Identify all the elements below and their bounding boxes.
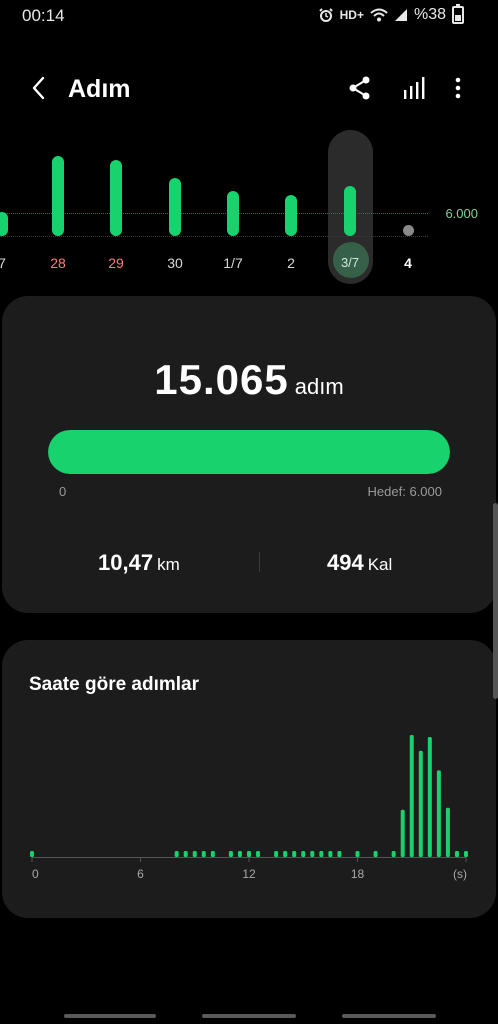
- distance-unit: km: [157, 555, 180, 574]
- daily-steps-chart[interactable]: 6.000 7 28 29 30 1/7 2 3/7 4: [0, 128, 498, 288]
- battery-percent: %38: [413, 6, 446, 23]
- day-bar[interactable]: [110, 159, 122, 236]
- day-label[interactable]: 2: [271, 255, 311, 271]
- day-bar[interactable]: [169, 178, 181, 236]
- hour-bar: [373, 851, 378, 857]
- x-tick-label: (s): [453, 867, 467, 881]
- x-tick-label: 18: [351, 867, 365, 881]
- hour-bar: [436, 770, 441, 857]
- hour-bar: [237, 851, 242, 857]
- day-bar[interactable]: [0, 211, 8, 236]
- nav-segment-left[interactable]: [64, 1014, 156, 1018]
- calories-stat: 494 Kal: [327, 550, 392, 576]
- hour-bar: [454, 851, 459, 857]
- hour-bar: [400, 809, 405, 857]
- hour-bar: [301, 851, 306, 857]
- hour-bar: [355, 851, 360, 857]
- steps-value: 15.065: [154, 356, 289, 403]
- steps-unit: adım: [294, 374, 344, 399]
- calories-unit: Kal: [367, 555, 393, 574]
- day-label[interactable]: 29: [96, 255, 136, 271]
- hour-bar: [283, 851, 288, 857]
- hour-bar: [247, 851, 251, 857]
- steps-total: 15.065 adım: [2, 356, 496, 404]
- day-bar[interactable]: [52, 156, 64, 236]
- x-tick-label: 0: [32, 867, 39, 881]
- hour-bar: [228, 851, 233, 857]
- hour-bar: [445, 807, 450, 857]
- summary-card: 15.065 adım 0 Hedef: 6.000 10,47 km 494 Kal: [2, 296, 496, 613]
- goal-line: [0, 213, 428, 214]
- hour-bar: [418, 750, 423, 857]
- day-label[interactable]: 3/7: [330, 255, 370, 270]
- more-vert-icon[interactable]: [448, 74, 468, 102]
- hour-bar: [427, 736, 432, 857]
- day-label[interactable]: 4: [388, 255, 428, 271]
- nav-segment-home[interactable]: [202, 1014, 296, 1018]
- hour-bar: [183, 851, 188, 857]
- x-tick-label: 6: [137, 867, 144, 881]
- stat-divider: [259, 552, 260, 572]
- nav-segment-right[interactable]: [342, 1014, 436, 1018]
- app-bar: Adım: [0, 60, 498, 116]
- wifi-icon: [370, 8, 388, 22]
- hour-bar: [310, 851, 315, 857]
- hourly-steps-card: Saate göre adımlar 0 6 12 18 (s): [2, 640, 496, 918]
- day-label[interactable]: 7: [0, 255, 22, 271]
- calories-value: 494: [327, 550, 364, 575]
- hour-bar: [201, 851, 206, 857]
- hour-bar: [210, 851, 215, 857]
- hour-bar: [292, 851, 297, 857]
- day-label[interactable]: 28: [38, 255, 78, 271]
- progress-min-label: 0: [59, 484, 67, 499]
- goal-progress-bar: [48, 430, 450, 474]
- scrollbar[interactable]: [493, 503, 498, 699]
- day-label[interactable]: 30: [155, 255, 195, 271]
- hour-bar: [409, 735, 414, 857]
- hour-bar: [319, 851, 324, 857]
- navigation-bar: [0, 1004, 498, 1024]
- status-icons: HD+ %38: [318, 4, 464, 24]
- hour-bar: [337, 851, 342, 857]
- hour-bar: [274, 851, 279, 857]
- goal-label: 6.000: [445, 206, 478, 221]
- today-dot: [403, 225, 414, 236]
- network-label: HD+: [339, 8, 364, 22]
- day-bar[interactable]: [227, 191, 239, 236]
- hour-bar: [256, 851, 261, 857]
- hour-bar: [464, 851, 468, 857]
- progress-goal-label: Hedef: 6.000: [367, 484, 442, 499]
- x-tick-label: 12: [242, 867, 256, 881]
- hourly-steps-chart: 0 6 12 18 (s): [30, 735, 468, 881]
- page-title: Adım: [68, 75, 131, 103]
- back-arrow-icon[interactable]: [26, 72, 54, 104]
- signal-icon: [394, 9, 407, 21]
- day-label[interactable]: 1/7: [213, 255, 253, 271]
- hour-bar: [328, 851, 333, 857]
- hour-bar: [192, 851, 197, 857]
- distance-value: 10,47: [98, 550, 154, 575]
- battery-icon: [452, 4, 464, 24]
- status-time: 00:14: [22, 6, 65, 25]
- hour-bar: [30, 851, 34, 857]
- hour-bar: [174, 851, 179, 857]
- goal-progress-fill: [48, 430, 450, 474]
- day-bar[interactable]: [285, 195, 297, 236]
- distance-stat: 10,47 km: [98, 550, 180, 576]
- alarm-icon: [318, 8, 333, 22]
- baseline: [0, 236, 428, 237]
- share-icon[interactable]: [346, 74, 374, 102]
- status-bar: 00:14 HD+ %38: [0, 0, 498, 32]
- hour-bar: [391, 851, 396, 857]
- day-bar[interactable]: [344, 185, 356, 236]
- bar-chart-icon[interactable]: [401, 74, 427, 102]
